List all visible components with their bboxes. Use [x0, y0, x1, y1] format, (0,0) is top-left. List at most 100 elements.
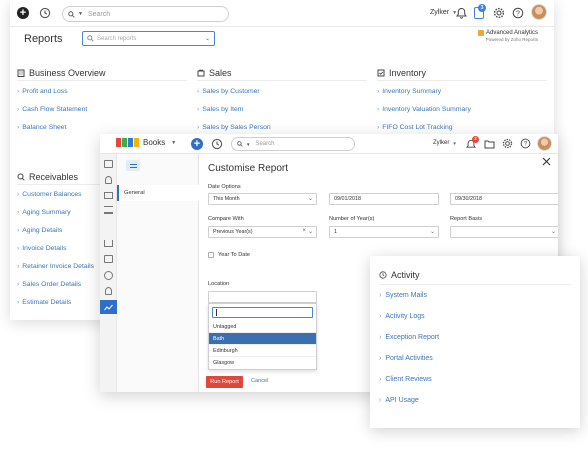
compare-with-value: Previous Year(s) [213, 229, 253, 235]
gear-icon[interactable] [502, 138, 513, 149]
activity-link[interactable]: › Activity Logs [379, 313, 425, 320]
run-report-button[interactable]: Run Report [206, 376, 243, 388]
chevron-down-icon: ⌄ [429, 229, 435, 235]
notification-badge: 2 [472, 136, 479, 143]
year-to-date-checkbox[interactable]: Year To Date [208, 252, 250, 258]
activity-link[interactable]: › API Usage [379, 397, 419, 404]
report-link[interactable]: › FIFO Cost Lot Tracking [377, 124, 453, 131]
svg-text:?: ? [516, 10, 520, 17]
avatar[interactable] [531, 4, 547, 20]
report-link[interactable]: › Sales by Item [197, 106, 243, 113]
history-icon[interactable] [211, 138, 223, 150]
search-dropdown-caret[interactable]: ▼ [246, 142, 250, 147]
report-link[interactable]: › Sales Order Details [17, 281, 81, 288]
location-select[interactable] [208, 291, 317, 303]
clear-icon[interactable]: × [302, 228, 306, 234]
global-search[interactable]: ▼ Search [231, 137, 355, 151]
report-link[interactable]: › Aging Details [17, 227, 62, 234]
section-title: Receivables [29, 172, 79, 182]
activity-link[interactable]: › System Mails [379, 292, 427, 299]
activity-link[interactable]: › Portal Activities [379, 355, 433, 362]
home-icon[interactable] [104, 160, 113, 168]
report-link[interactable]: › Invoice Details [17, 245, 66, 252]
reports-icon[interactable] [100, 300, 117, 314]
end-date-input[interactable]: 09/30/2018 [450, 193, 558, 205]
section-title: Business Overview [29, 68, 106, 78]
date-options-select[interactable]: This Month ⌄ [208, 193, 317, 205]
history-icon[interactable] [39, 7, 51, 19]
sidebar-toggle-button[interactable] [126, 160, 140, 171]
location-option[interactable]: Glasgow [209, 357, 316, 369]
org-switcher[interactable]: Zylker ▼ [430, 9, 457, 16]
location-option-selected[interactable]: Bath [209, 333, 316, 345]
report-link[interactable]: › Sales by Customer [197, 88, 260, 95]
report-link[interactable]: › Inventory Summary [377, 88, 441, 95]
report-link[interactable]: › Aging Summary [17, 209, 71, 216]
location-option[interactable]: Untagged [209, 321, 316, 333]
analytics-icon [478, 30, 484, 36]
search-reports-input[interactable]: Search reports ⌄ [82, 31, 215, 46]
avatar[interactable] [537, 136, 552, 151]
report-link[interactable]: › Balance Sheet [17, 124, 66, 131]
search-icon [87, 35, 94, 42]
search-icon [237, 141, 243, 147]
close-icon[interactable] [542, 157, 551, 166]
divider [379, 284, 571, 285]
activity-title: Activity [391, 270, 420, 280]
clock-icon[interactable] [104, 271, 113, 280]
chevron-down-icon: ⌄ [204, 36, 210, 42]
date-options-value: This Month [213, 196, 240, 202]
report-link[interactable]: › Customer Balances [17, 191, 82, 198]
new-button[interactable]: + [191, 138, 203, 150]
start-date-input[interactable]: 09/01/2018 [329, 193, 439, 205]
activity-link[interactable]: › Client Reviews [379, 376, 432, 383]
cancel-button[interactable]: Cancel [251, 378, 268, 384]
report-basis-select[interactable]: ⌄ [450, 226, 558, 238]
items-icon[interactable] [104, 192, 113, 199]
new-button[interactable]: + [17, 7, 29, 19]
help-icon[interactable]: ? [512, 7, 524, 19]
folder-icon[interactable] [484, 139, 495, 149]
report-link[interactable]: › Cash Flow Statement [17, 106, 87, 113]
activity-link[interactable]: › Exception Report [379, 334, 439, 341]
search-dropdown-caret[interactable]: ▼ [78, 11, 83, 17]
tab-general[interactable]: General [117, 185, 199, 201]
accountant-icon[interactable] [105, 287, 112, 295]
location-dropdown: Untagged Bath Edinburgh Glasgow [208, 303, 317, 370]
banking-icon[interactable] [104, 206, 113, 214]
clock-icon [379, 271, 387, 279]
help-icon[interactable]: ? [520, 138, 531, 149]
bell-icon[interactable] [456, 7, 467, 19]
activity-header: Activity [379, 270, 420, 280]
bag-icon[interactable] [104, 255, 113, 263]
report-link[interactable]: › Estimate Details [17, 299, 71, 306]
org-switcher[interactable]: Zylker ▼ [433, 140, 457, 146]
years-select[interactable]: 1 ⌄ [329, 226, 439, 238]
advanced-analytics-title: Advanced Analytics [486, 30, 539, 36]
dialog-title: Customise Report [208, 163, 289, 174]
location-option[interactable]: Edinburgh [209, 345, 316, 357]
global-search[interactable]: ▼ Search [62, 6, 229, 22]
report-link[interactable]: › Profit and Loss [17, 88, 68, 95]
report-link[interactable]: › Sales by Sales Person [197, 124, 271, 131]
sales-icon [197, 69, 205, 77]
compare-with-select[interactable]: Previous Year(s) × ⌄ [208, 226, 317, 238]
cart-icon[interactable] [104, 240, 113, 247]
zoho-books-logo[interactable]: Books ▼ [116, 138, 176, 147]
years-value: 1 [334, 229, 337, 235]
report-link[interactable]: › Retainer Invoice Details [17, 263, 94, 270]
years-label: Number of Year(s) [329, 216, 375, 222]
report-settings-nav: General [117, 154, 199, 392]
contacts-icon[interactable] [105, 176, 112, 184]
section-title: Sales [209, 68, 232, 78]
section-inventory: Inventory [377, 68, 426, 78]
location-filter-input[interactable] [212, 307, 313, 318]
advanced-analytics-link[interactable]: Advanced Analytics Powered by Zoho Repor… [478, 30, 538, 42]
building-icon [17, 69, 25, 77]
compare-with-label: Compare With [208, 216, 244, 222]
tab-general-label: General [124, 190, 145, 196]
divider [377, 80, 547, 81]
report-link[interactable]: › Inventory Valuation Summary [377, 106, 471, 113]
gear-icon[interactable] [493, 7, 505, 19]
section-receivables: Receivables [17, 172, 78, 182]
